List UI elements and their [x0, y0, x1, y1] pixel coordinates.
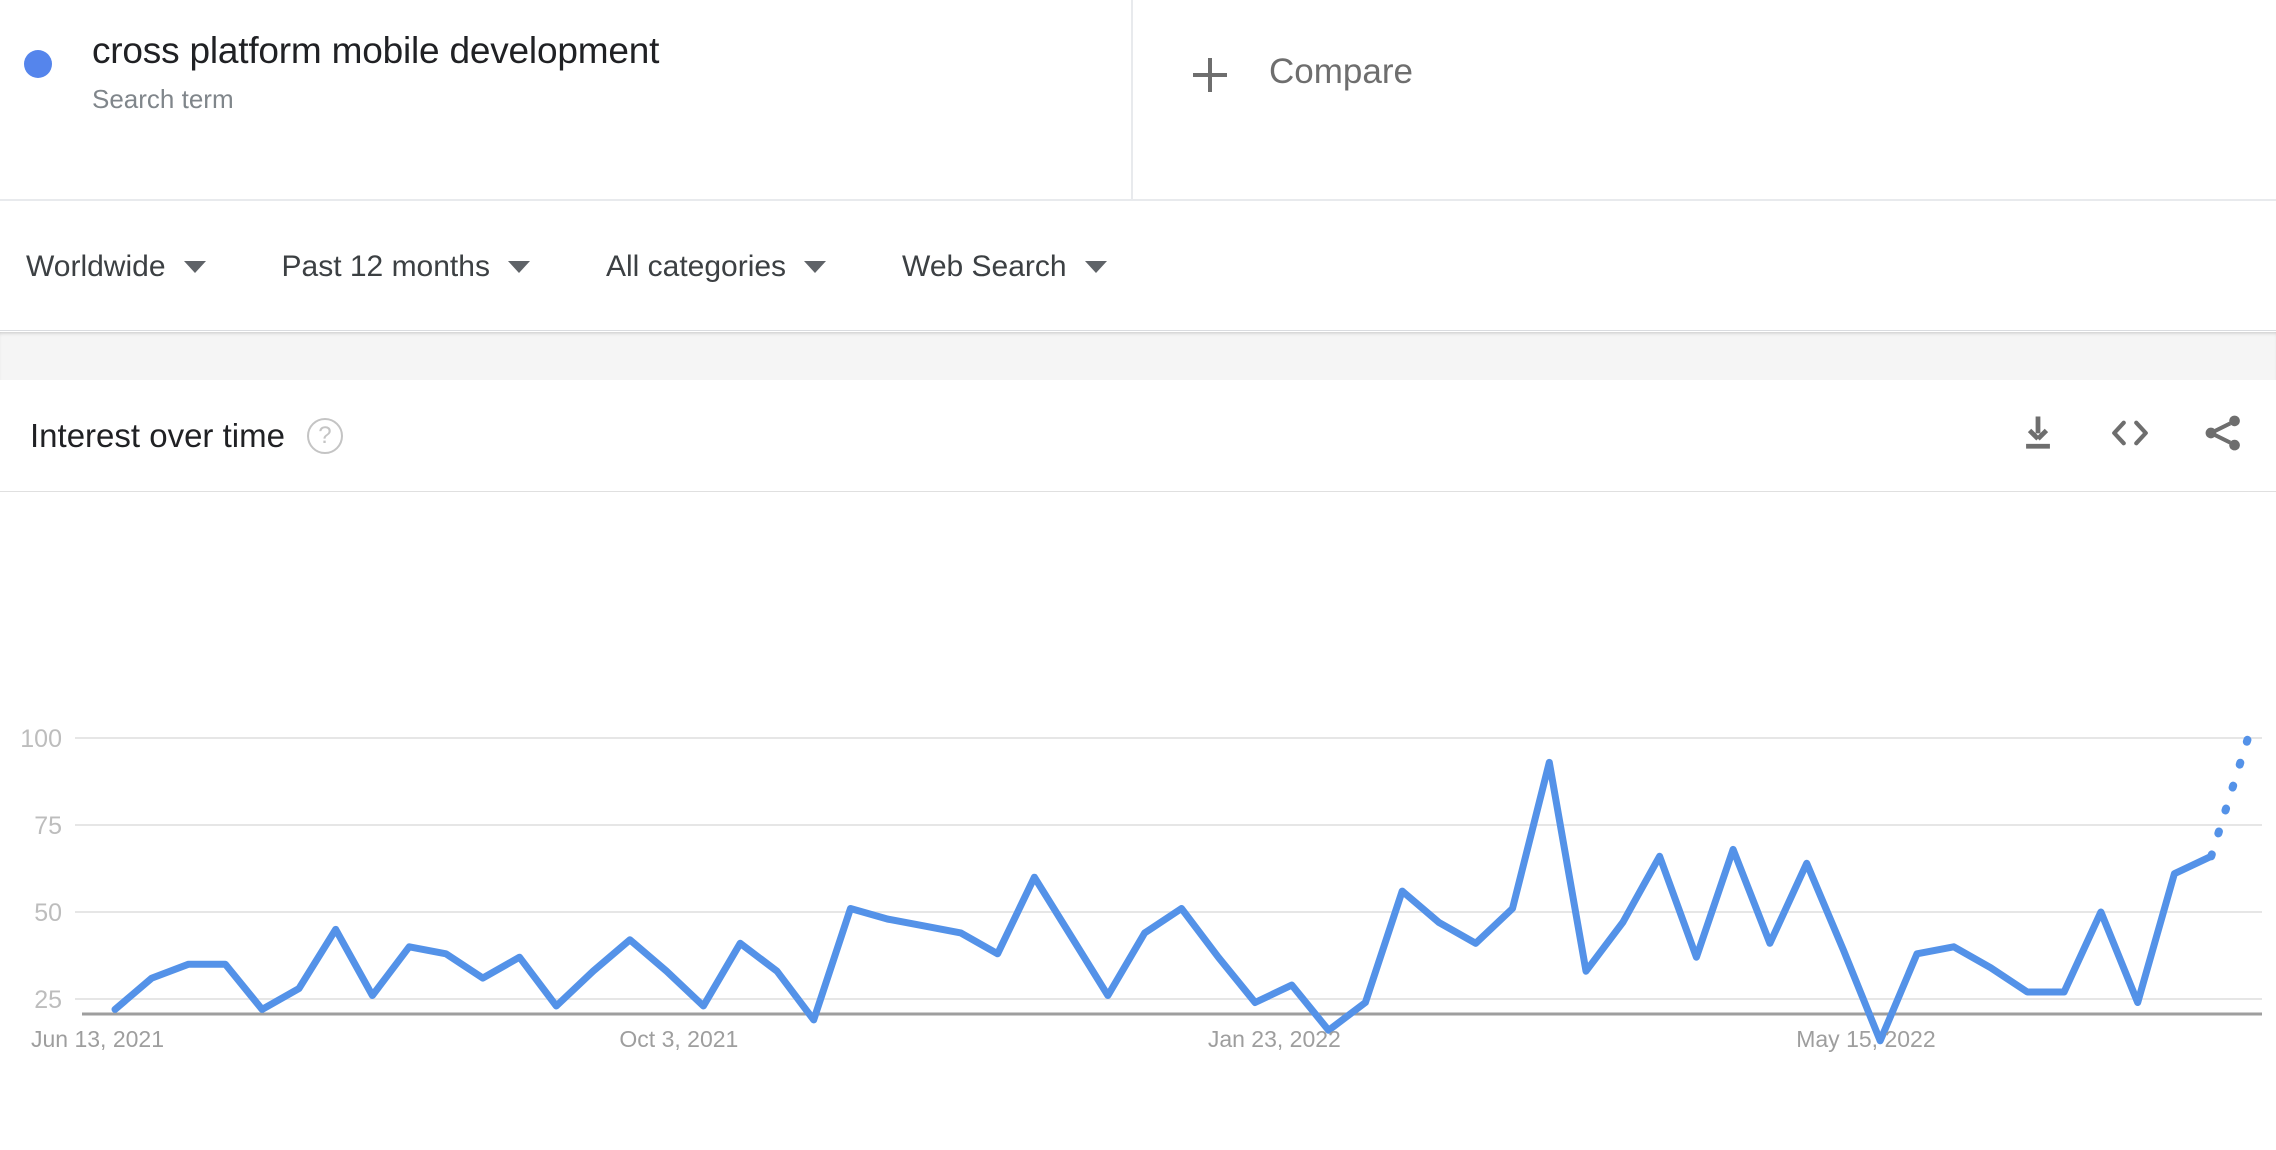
card-title: Interest over time [30, 416, 285, 454]
chevron-down-icon [507, 260, 530, 273]
series-color-dot [24, 50, 52, 78]
filter-bar: Worldwide Past 12 months All categories … [0, 203, 2276, 331]
svg-text:50: 50 [34, 899, 62, 927]
chevron-down-icon [804, 260, 827, 273]
compare-label: Compare [1269, 52, 1413, 91]
download-csv-icon[interactable] [2016, 411, 2060, 460]
chevron-down-icon [1084, 260, 1107, 273]
search-term-bar: cross platform mobile development Search… [0, 0, 2276, 201]
svg-text:100: 100 [20, 725, 62, 753]
svg-text:Jun 13, 2021: Jun 13, 2021 [31, 1026, 164, 1052]
chart-y-axis: 25 50 75 100 [20, 725, 62, 1014]
filter-search-type[interactable]: Web Search [902, 250, 1107, 284]
search-term-subtitle: Search term [92, 84, 234, 115]
filter-search-type-label: Web Search [902, 249, 1067, 283]
search-term-title: cross platform mobile development [92, 30, 660, 71]
series-line-partial [2207, 734, 2252, 861]
trends-page: cross platform mobile development Search… [0, 0, 2276, 1150]
chevron-down-icon [183, 260, 206, 273]
filter-location-label: Worldwide [26, 249, 166, 283]
section-separator-band [0, 332, 2276, 380]
plus-icon [1193, 58, 1227, 92]
compare-button[interactable]: Compare [1133, 0, 2276, 199]
embed-code-icon[interactable] [2106, 411, 2154, 460]
card-header: Interest over time ? [0, 380, 2276, 492]
chart-svg: 25 50 75 100 Jun 13, 2021 Oct 3, 2021 Jan 23,… [20, 725, 2262, 1052]
share-icon[interactable] [2200, 411, 2246, 460]
svg-text:Oct 3, 2021: Oct 3, 2021 [619, 1026, 738, 1052]
filter-category-label: All categories [605, 249, 787, 283]
filter-location[interactable]: Worldwide [26, 250, 206, 284]
interest-over-time-card: Interest over time ? 25 50 75 100 Jun 13… [0, 380, 2276, 1080]
card-actions [2016, 411, 2246, 460]
filter-category[interactable]: All categories [605, 249, 827, 284]
help-icon[interactable]: ? [306, 417, 343, 454]
interest-over-time-chart[interactable]: 25 50 75 100 Jun 13, 2021 Oct 3, 2021 Jan 23,… [0, 492, 2276, 1077]
chart-x-tick-labels: Jun 13, 2021 Oct 3, 2021 Jan 23, 2022 May 1… [31, 1026, 1936, 1052]
filter-time-range[interactable]: Past 12 months [282, 250, 530, 284]
svg-text:75: 75 [34, 812, 62, 840]
svg-text:May 15, 2022: May 15, 2022 [1796, 1026, 1935, 1052]
search-term-card[interactable]: cross platform mobile development Search… [0, 0, 1133, 201]
svg-text:Jan 23, 2022: Jan 23, 2022 [1208, 1026, 1341, 1052]
svg-text:25: 25 [34, 986, 62, 1014]
filter-time-range-label: Past 12 months [281, 249, 490, 283]
